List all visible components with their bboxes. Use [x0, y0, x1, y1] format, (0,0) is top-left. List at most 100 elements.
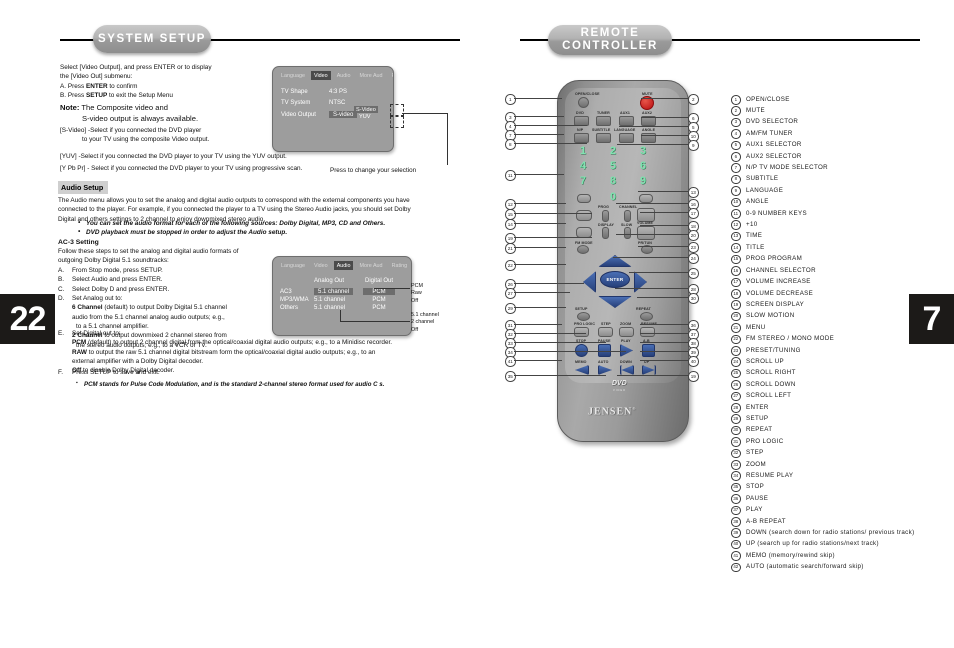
legend-item: 38 A-B REPEAT — [731, 517, 946, 528]
plus-ten-button[interactable] — [639, 194, 653, 203]
legend-label: +10 — [746, 221, 758, 229]
setup-button[interactable] — [577, 312, 590, 321]
legend-number: 9 — [731, 186, 741, 196]
resume-play-button[interactable] — [640, 327, 655, 337]
label-open-close: OPEN/CLOSE — [575, 92, 600, 96]
legend-label: SUBTITLE — [746, 175, 779, 183]
callout-right-9: 9 — [688, 140, 699, 151]
yuv-option-desc: [YUV] -Select if you connected the DVD p… — [60, 153, 287, 160]
pro-logic-button[interactable] — [574, 327, 589, 337]
intro-step-b: B. Press SETUP to exit the Setup Menu — [60, 92, 173, 100]
leader-left-33 — [514, 342, 606, 343]
legend-label: AUTO (automatic search/forward skip) — [746, 563, 864, 571]
osd-tab-language[interactable]: Language — [278, 71, 308, 80]
pcm-footnote: PCM stands for Pulse Code Modulation, an… — [76, 380, 446, 390]
leader-right-39 — [640, 351, 688, 352]
label-subtitle: SUBTITLE — [592, 128, 611, 132]
channel-selector-button[interactable] — [624, 210, 631, 222]
legend-item: 31 PRO LOGIC — [731, 437, 946, 448]
volume-decrease-button[interactable] — [637, 226, 655, 240]
time-button[interactable] — [577, 194, 591, 203]
osd-tab-more-aud[interactable]: More Aud — [356, 71, 385, 80]
legend-label: SLOW MOTION — [746, 312, 795, 320]
label-angle: ANGLE — [642, 128, 656, 132]
legend-number: 10 — [731, 197, 741, 208]
analog-out-options: 5.1 channel 2 channel Off — [411, 312, 439, 333]
osd-video-submenu: S-Video YUV — [354, 106, 388, 120]
fm-stereo-mono-button[interactable] — [577, 245, 589, 254]
step-button[interactable] — [598, 327, 613, 337]
osd-submenu-yuv[interactable]: YUV — [354, 113, 388, 120]
zoom-button[interactable] — [619, 327, 634, 337]
osd-audio-tab-rating[interactable]: Rating — [389, 261, 411, 270]
legend-number: 38 — [731, 517, 741, 527]
tuner-button[interactable] — [596, 116, 611, 126]
step-e-raw-cont: external amplifier with a Dolby Digital … — [72, 358, 204, 366]
legend-number: 24 — [731, 357, 741, 367]
leader-left-8 — [514, 143, 587, 144]
subtitle-button[interactable] — [596, 133, 611, 143]
title-button[interactable] — [576, 210, 592, 221]
number-key-3[interactable]: 3 — [640, 145, 646, 157]
number-key-4[interactable]: 4 — [580, 160, 586, 172]
label-setup: SETUP — [575, 307, 588, 311]
legend-label: PRESET/TUNING — [746, 346, 801, 354]
osd-audio-tab-more-aud[interactable]: More Aud — [356, 261, 385, 270]
legend-label: SCROLL DOWN — [746, 380, 796, 388]
number-key-7[interactable]: 7 — [580, 175, 586, 187]
legend-number: 5 — [731, 140, 741, 151]
ac3-digital-value[interactable]: PCM — [363, 288, 395, 295]
osd-audio-tab-language[interactable]: Language — [278, 261, 308, 270]
callout-left-35: 35 — [505, 371, 516, 382]
ac3-lead-text: Follow these steps to set the analog and… — [58, 247, 298, 266]
osd-tab-video[interactable]: Video — [310, 71, 331, 80]
osd-audio-row-ac3: AC3 5.1 channel PCM — [280, 288, 404, 295]
aux1-button[interactable] — [619, 116, 634, 126]
leader-left-21 — [514, 247, 566, 248]
legend-item: 4 AM/FM TUNER — [731, 129, 946, 140]
number-key-5[interactable]: 5 — [610, 160, 616, 172]
leader-right-9 — [617, 144, 688, 145]
osd-submenu-svideo[interactable]: S-Video — [354, 106, 378, 113]
np-tv-mode-button[interactable] — [574, 133, 589, 143]
label-step: STEP — [601, 322, 611, 326]
language-button[interactable] — [619, 133, 634, 143]
callout-right-24: 24 — [688, 253, 699, 264]
legend-item: 42 AUTO (automatic search/forward skip) — [731, 562, 946, 574]
number-key-0[interactable]: 0 — [610, 191, 616, 203]
callout-left-29: 29 — [505, 303, 516, 314]
label-memo: MEMO — [575, 360, 587, 364]
slow-motion-button[interactable] — [624, 227, 631, 239]
legend-label: STEP — [746, 449, 764, 457]
legend-label: UP (search up for radio stations/next tr… — [746, 540, 879, 548]
open-close-button[interactable] — [578, 97, 589, 108]
osd-audio-tab-video[interactable]: Video — [311, 261, 331, 270]
legend-number: 13 — [731, 231, 741, 242]
legend-number: 6 — [731, 152, 741, 162]
osd-audio-tab-audio[interactable]: Audio — [333, 261, 354, 270]
number-key-8[interactable]: 8 — [610, 175, 616, 187]
legend-item: 27 SCROLL LEFT — [731, 391, 946, 403]
prog-program-button[interactable] — [602, 210, 609, 222]
osd-tab-rating[interactable]: Rating — [389, 71, 393, 80]
number-key-2[interactable]: 2 — [610, 145, 616, 157]
legend-item: 28 ENTER — [731, 402, 946, 414]
legend-item: 22 FM STEREO / MONO MODE — [731, 334, 946, 346]
enter-button[interactable]: ENTER — [600, 271, 630, 288]
repeat-button[interactable] — [640, 312, 653, 321]
osd-tab-audio[interactable]: Audio — [334, 71, 354, 80]
leader-right-19b — [617, 375, 688, 376]
legend-number: 25 — [731, 368, 741, 379]
legend-label: SCROLL UP — [746, 357, 784, 365]
number-key-6[interactable]: 6 — [640, 160, 646, 172]
legend-label: MUTE — [746, 107, 765, 114]
leader-right-36 — [640, 324, 688, 325]
legend-number: 32 — [731, 448, 741, 459]
volume-increase-button[interactable] — [637, 208, 655, 222]
leader-left-32 — [514, 333, 586, 334]
number-key-1[interactable]: 1 — [580, 145, 586, 157]
screen-display-button[interactable] — [602, 227, 609, 239]
legend-label: STOP — [746, 483, 765, 491]
number-key-9[interactable]: 9 — [640, 175, 646, 187]
ac3-analog-value[interactable]: 5.1 channel — [314, 288, 354, 295]
